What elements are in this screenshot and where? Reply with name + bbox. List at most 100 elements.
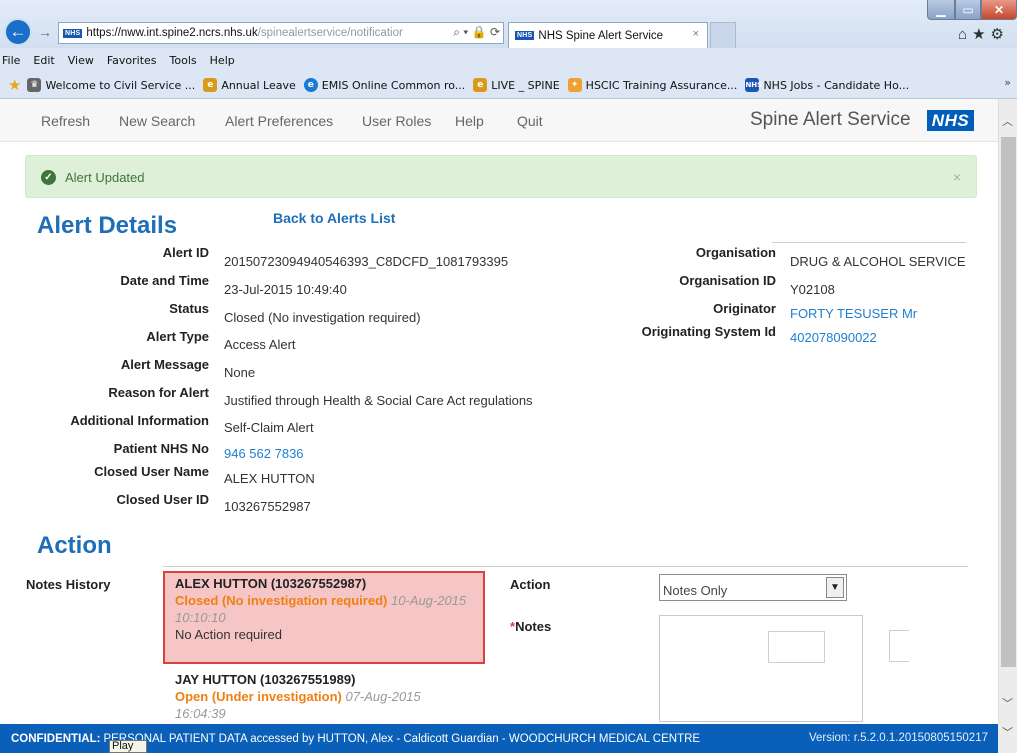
- tab-favicon: NHS: [515, 31, 535, 40]
- menu-view[interactable]: View: [68, 54, 94, 67]
- favorites-bar: ★ ♛ Welcome to Civil Service ... e Annual …: [0, 73, 1017, 97]
- chevron-down-icon[interactable]: ▼: [826, 577, 844, 598]
- value-originator[interactable]: FORTY TESUSER Mr: [790, 306, 917, 321]
- minimize-button[interactable]: ▁: [927, 0, 955, 20]
- note-entry: JAY HUTTON (103267551989) Open (Under in…: [163, 669, 485, 724]
- favorite-link[interactable]: ♛ Welcome to Civil Service ...: [27, 78, 195, 92]
- label-originator: Originator: [713, 301, 776, 316]
- check-circle-icon: ✓: [41, 170, 56, 185]
- new-tab-button[interactable]: [710, 22, 736, 48]
- scroll-down-icon[interactable]: ﹀: [998, 724, 1017, 753]
- nav-new-search[interactable]: New Search: [119, 113, 195, 129]
- nhs-icon: NHS: [745, 78, 762, 92]
- scroll-down-icon[interactable]: ﹀: [1002, 695, 1013, 711]
- label-closed-user-name: Closed User Name: [94, 464, 209, 479]
- vertical-scrollbar[interactable]: ︿ ﹀: [998, 99, 1017, 724]
- tab-close-icon[interactable]: ×: [693, 28, 699, 40]
- action-heading: Action: [37, 532, 112, 559]
- crest-icon: ♛: [27, 78, 42, 92]
- back-button[interactable]: ←: [4, 18, 32, 46]
- value-closed-user-id: 103267552987: [224, 499, 311, 514]
- favorites-more-icon[interactable]: »: [1004, 76, 1011, 89]
- tab-title: NHS Spine Alert Service: [538, 29, 664, 42]
- home-icon[interactable]: ⌂: [958, 26, 972, 43]
- favorites-star-icon[interactable]: ★: [972, 26, 990, 43]
- divider: [163, 566, 968, 567]
- note-author: ALEX HUTTON (103267552987): [175, 576, 367, 591]
- service-title: Spine Alert Service: [750, 109, 911, 130]
- add-favorite-icon[interactable]: ★: [8, 76, 21, 94]
- alert-close-button[interactable]: ×: [953, 169, 961, 185]
- notes-label: *Notes: [510, 619, 552, 634]
- favorite-link[interactable]: NHS NHS Jobs - Candidate Ho...: [745, 78, 909, 92]
- divider: [772, 242, 966, 243]
- value-patient-nhs-no[interactable]: 946 562 7836: [224, 446, 304, 461]
- nav-user-roles[interactable]: User Roles: [362, 113, 431, 129]
- forward-arrow-icon: →: [38, 24, 52, 40]
- browser-tab[interactable]: NHS NHS Spine Alert Service ×: [508, 22, 708, 48]
- nav-refresh[interactable]: Refresh: [41, 113, 90, 129]
- ie-page-icon: e: [473, 78, 488, 92]
- forward-button[interactable]: →: [36, 23, 54, 41]
- menu-help[interactable]: Help: [210, 54, 235, 67]
- alert-message: Alert Updated: [65, 170, 145, 185]
- menu-edit[interactable]: Edit: [33, 54, 54, 67]
- label-status: Status: [169, 301, 209, 316]
- back-to-alerts-link[interactable]: Back to Alerts List: [273, 210, 395, 226]
- site-favicon: NHS: [63, 28, 83, 38]
- note-entry: ALEX HUTTON (103267552987) Closed (No in…: [163, 571, 485, 664]
- hscic-icon: ✦: [567, 78, 582, 92]
- label-reason: Reason for Alert: [108, 385, 209, 400]
- address-tools-icon[interactable]: ⌕ ▾ 🔒 ⟳: [449, 25, 500, 40]
- note-status: Closed (No investigation required) 10-Au…: [175, 593, 467, 625]
- note-author: JAY HUTTON (103267551989): [175, 672, 356, 687]
- value-closed-user-name: ALEX HUTTON: [224, 471, 315, 486]
- browser-chrome: ▁ ▭ ✕ ← → NHS https://nww.int.spine2.ncr…: [0, 0, 1017, 99]
- menu-favorites[interactable]: Favorites: [107, 54, 157, 67]
- notes-textarea[interactable]: [659, 615, 863, 722]
- value-originating-system-id[interactable]: 402078090022: [790, 330, 877, 345]
- scroll-up-icon[interactable]: ︿: [1002, 113, 1013, 129]
- browser-toolbar-icons: ⌂★⚙: [958, 25, 1009, 43]
- label-patient-nhs-no: Patient NHS No: [113, 441, 209, 456]
- label-organisation: Organisation: [695, 245, 776, 260]
- value-organisation-id: Y02108: [790, 282, 835, 297]
- notes-history-label: Notes History: [26, 577, 111, 592]
- label-alert-message: Alert Message: [120, 357, 209, 372]
- action-label: Action: [510, 577, 551, 592]
- gear-icon[interactable]: ⚙: [991, 26, 1009, 43]
- alert-details-heading: Alert Details: [37, 212, 178, 239]
- maximize-button[interactable]: ▭: [955, 0, 981, 20]
- favorite-link[interactable]: e EMIS Online Common ro...: [303, 78, 465, 92]
- close-window-button[interactable]: ✕: [981, 0, 1017, 20]
- value-reason: Justified through Health & Social Care A…: [224, 393, 533, 408]
- favorite-link[interactable]: ✦ HSCIC Training Assurance...: [567, 78, 737, 92]
- value-organisation: DRUG & ALCOHOL SERVICE: [790, 254, 966, 269]
- label-closed-user-id: Closed User ID: [116, 492, 209, 507]
- success-alert: ✓ Alert Updated ×: [25, 155, 977, 198]
- menu-file[interactable]: File: [2, 54, 20, 67]
- favorite-link[interactable]: e LIVE _ SPINE: [473, 78, 560, 92]
- url-host: https://nww.int.spine2.ncrs.nhs.uk: [86, 27, 258, 39]
- ie-e-icon: e: [303, 78, 318, 92]
- page-viewport: Refresh New Search Alert Preferences Use…: [0, 99, 998, 724]
- value-alert-id: 20150723094940546393_C8DCFD_1081793395: [224, 254, 509, 269]
- notes-input-fragment: [768, 631, 825, 663]
- nav-quit[interactable]: Quit: [517, 113, 543, 129]
- scroll-thumb[interactable]: [1001, 137, 1016, 667]
- action-select-value: Notes Only: [663, 583, 728, 598]
- title-bar: ▁ ▭ ✕ ← → NHS https://nww.int.spine2.ncr…: [0, 0, 1017, 48]
- nav-help[interactable]: Help: [455, 113, 484, 129]
- address-bar[interactable]: NHS https://nww.int.spine2.ncrs.nhs.uk /…: [58, 22, 504, 44]
- confidential-text: PERSONAL PATIENT DATA accessed by HUTTON…: [103, 732, 701, 745]
- action-select[interactable]: Notes Only ▼: [659, 574, 847, 601]
- nav-alert-preferences[interactable]: Alert Preferences: [225, 113, 333, 129]
- label-date-time: Date and Time: [120, 273, 209, 288]
- menu-tools[interactable]: Tools: [170, 54, 197, 67]
- app-navbar: Refresh New Search Alert Preferences Use…: [0, 99, 998, 142]
- confidential-label: CONFIDENTIAL:: [11, 732, 101, 745]
- label-alert-type: Alert Type: [146, 329, 209, 344]
- favorite-link[interactable]: e Annual Leave: [203, 78, 296, 92]
- confidential-footer: CONFIDENTIAL: PERSONAL PATIENT DATA acce…: [0, 724, 998, 753]
- value-status: Closed (No investigation required): [224, 310, 421, 325]
